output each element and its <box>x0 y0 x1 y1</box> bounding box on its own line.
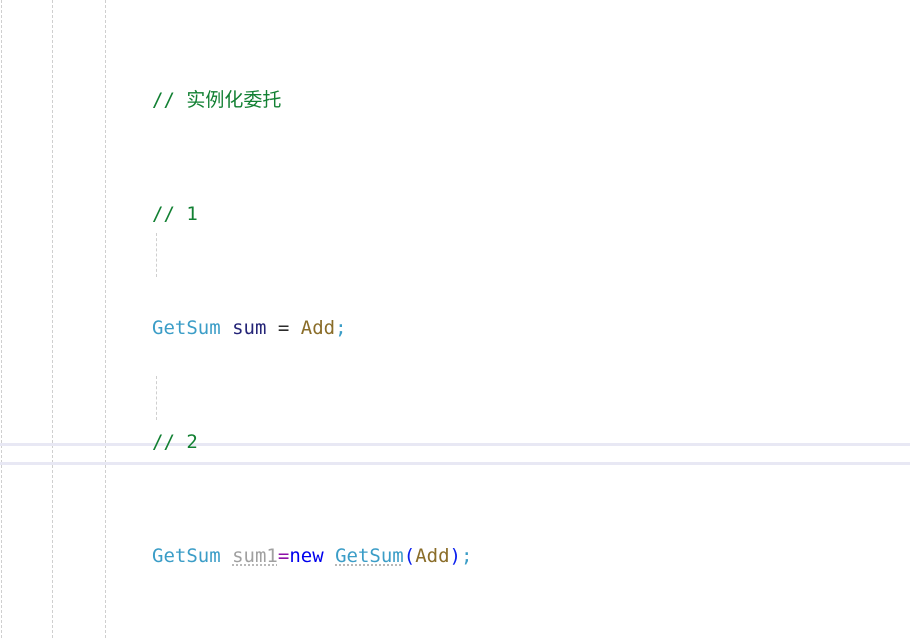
code-line-2[interactable]: // 1 <box>0 200 910 229</box>
operator-token: = <box>277 544 290 567</box>
method-token: Add <box>300 316 336 339</box>
code-line-4[interactable]: // 2 <box>0 428 910 457</box>
operator-token: = <box>277 316 290 339</box>
comment-token: // 2 <box>152 430 198 453</box>
unused-variable-token: sum1 <box>232 544 278 567</box>
keyword-token: new <box>289 544 324 567</box>
type-token: GetSum <box>152 544 221 567</box>
code-editor[interactable]: // 实例化委托 // 1 GetSum sum = Add; // 2 Get… <box>0 0 910 638</box>
code-line-5[interactable]: GetSum sum1=new GetSum(Add); <box>0 542 910 571</box>
semicolon-token: ; <box>460 544 473 567</box>
code-content[interactable]: // 实例化委托 // 1 GetSum sum = Add; // 2 Get… <box>0 0 910 638</box>
code-line-3[interactable]: GetSum sum = Add; <box>0 314 910 343</box>
type-token: GetSum <box>152 316 221 339</box>
comment-token: // 实例化委托 <box>152 88 282 111</box>
method-token: Add <box>415 544 450 567</box>
code-line-1[interactable]: // 实例化委托 <box>0 86 910 115</box>
variable-token: sum <box>232 316 267 339</box>
comment-token: // 1 <box>152 202 198 225</box>
semicolon-token: ; <box>335 316 347 339</box>
type-token: GetSum <box>335 544 404 567</box>
paren-token: ( <box>403 544 416 567</box>
paren-token: ) <box>449 544 461 567</box>
